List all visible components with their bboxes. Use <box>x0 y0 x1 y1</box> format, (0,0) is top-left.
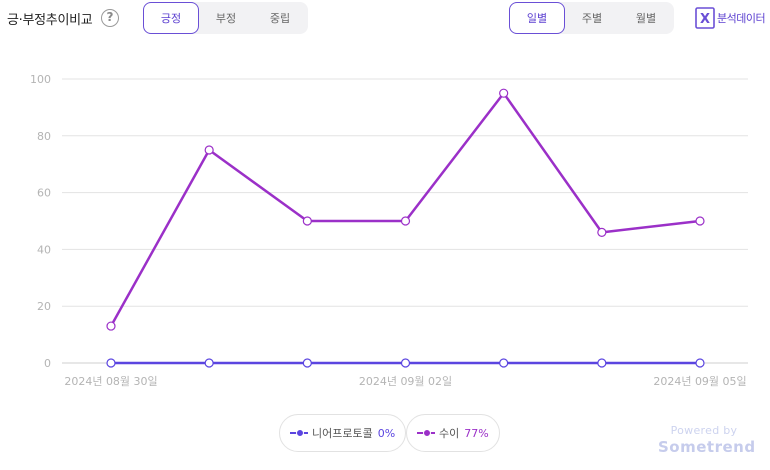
data-point <box>106 358 116 368</box>
data-point <box>499 358 509 368</box>
y-tick-label: 100 <box>30 73 51 86</box>
data-point <box>302 358 312 368</box>
line-chart: 0 20 40 60 80 100 2024년 08월 30일 2024년 09월 02일 2… <box>30 73 748 388</box>
data-point <box>204 358 214 368</box>
x-tick-label: 2024년 08월 30일 <box>64 374 157 388</box>
legend-marker-near-protocol <box>290 428 308 438</box>
data-point <box>597 358 607 368</box>
x-tick-label: 2024년 09월 02일 <box>359 374 452 388</box>
legend-item-near-protocol[interactable]: 니어프로토콜 0% <box>279 414 407 452</box>
legend-marker-sui <box>417 428 435 438</box>
powered-by-logo: Powered by Sometrend <box>658 424 756 456</box>
data-point <box>204 145 214 155</box>
legend-percent: 77% <box>464 426 489 440</box>
x-tick-label: 2024년 09월 05일 <box>653 374 746 388</box>
data-point <box>400 216 411 226</box>
data-point <box>695 216 705 226</box>
legend-item-sui[interactable]: 수이 77% <box>406 414 500 452</box>
brand-logo: Sometrend <box>658 438 756 456</box>
data-point <box>302 216 312 226</box>
y-tick-label: 20 <box>37 300 51 313</box>
data-point <box>499 88 509 98</box>
data-point <box>106 321 116 331</box>
powered-by-text: Powered by <box>670 424 738 437</box>
legend-percent: 0% <box>377 426 396 440</box>
data-point <box>695 358 705 368</box>
data-point <box>597 227 607 237</box>
y-tick-label: 80 <box>37 130 51 143</box>
y-tick-label: 0 <box>44 357 51 370</box>
series-line-2 <box>109 91 701 327</box>
data-point <box>400 358 411 368</box>
legend-label: 니어프로토콜 <box>312 427 373 440</box>
y-tick-label: 60 <box>37 187 51 200</box>
y-tick-label: 40 <box>37 243 51 256</box>
legend-label: 수이 <box>439 427 460 440</box>
